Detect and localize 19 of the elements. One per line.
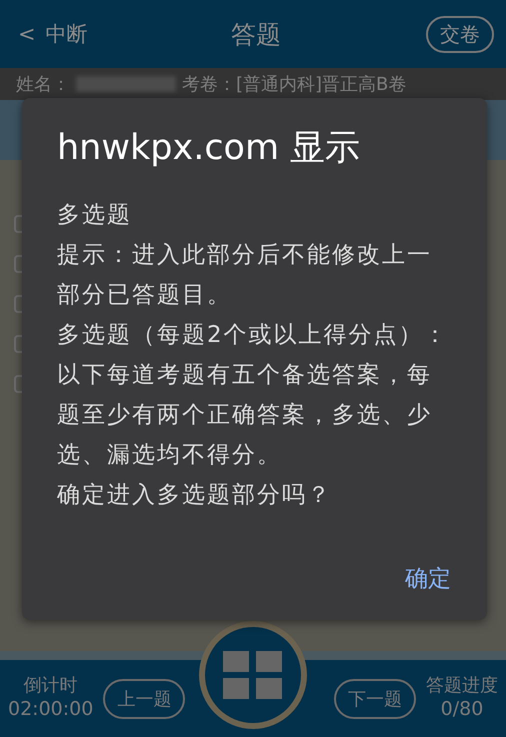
next-button[interactable]: 下一题: [334, 678, 416, 718]
previous-button[interactable]: 上一题: [103, 678, 186, 718]
timer: 02:00:00: [8, 698, 94, 722]
submit-button[interactable]: 交卷: [426, 16, 494, 52]
dialog-message: 多选题: [57, 201, 133, 230]
interrupt-link[interactable]: 中断: [46, 20, 88, 48]
back-icon[interactable]: <: [18, 22, 36, 46]
progress-label: 答题进度: [426, 675, 498, 698]
grid-icon: [223, 651, 283, 699]
dialog-message: 多选题（每题2个或以上得分点）：以下每道考题有五个备选答案，每题至少有两个正确答案，多选、少选、漏选均不得分。: [57, 321, 450, 470]
page-title: 答题: [230, 18, 282, 50]
dialog-message: 确定进入多选题部分吗？: [57, 481, 333, 510]
dialog-title: hnwkpx.com 显示: [57, 127, 362, 170]
timer-label: 倒计时: [24, 675, 78, 698]
name-label: 姓名：: [16, 73, 70, 96]
exam-name: 考卷：[普通内科]晋正高B卷: [182, 73, 406, 96]
confirm-button[interactable]: 确定: [393, 559, 463, 598]
dialog-message: 提示：进入此部分后不能修改上一部分已答题目。: [57, 241, 433, 310]
progress-count: 0/80: [440, 698, 484, 722]
